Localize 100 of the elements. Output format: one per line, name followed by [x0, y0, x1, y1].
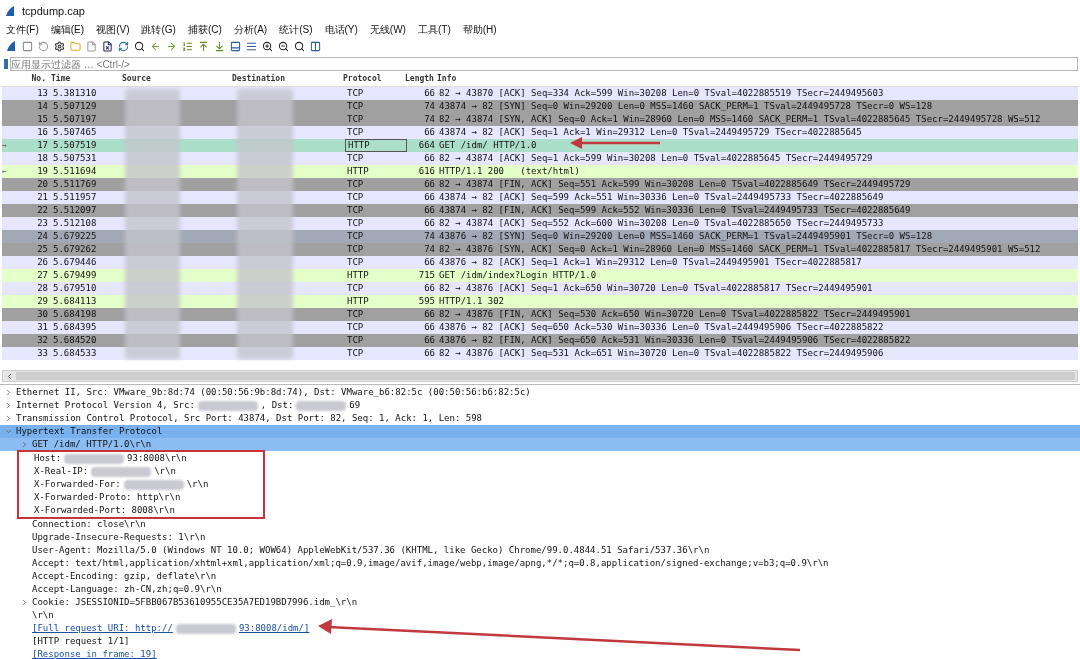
table-cell-text: 66 — [423, 281, 435, 295]
table-cell-text: 13 — [37, 86, 48, 100]
table-cell-text: 5.512097 — [52, 203, 98, 217]
detail-text: Host: 93:8008\r\n — [34, 451, 187, 466]
table-cell-text: 22 — [37, 203, 48, 217]
table-cell-text: 664 — [417, 138, 435, 152]
table-cell-text: 74 — [423, 99, 435, 113]
zoom-in-icon[interactable] — [262, 40, 273, 52]
stop-icon[interactable] — [22, 40, 33, 52]
table-cell-text: 43876 → 82 [ACK] Seq=650 Ack=530 Win=30336 Len=0 TSval=2449495906 TSecr=4022885822 — [438, 320, 884, 334]
column-header[interactable]: Length — [405, 73, 433, 85]
table-cell-text: 14 — [37, 99, 48, 113]
lines-icon[interactable] — [246, 40, 257, 52]
arrow-down-line-icon[interactable] — [214, 40, 225, 52]
table-cell-text: 20 — [37, 177, 48, 191]
table-cell-text: 5.679446 — [52, 255, 98, 269]
column-header[interactable]: Source — [122, 73, 232, 85]
table-cell-text: 24 — [37, 229, 48, 243]
table-cell-text: TCP — [346, 152, 365, 165]
table-cell-text: 5.511957 — [52, 190, 98, 204]
table-cell-text: 43876 → 82 [FIN, ACK] Seq=650 Ack=531 Win=30336 Len=0 TSval=2449495906 TSecr=4022885822 — [438, 333, 911, 347]
table-cell-text: 5.684520 — [52, 333, 98, 347]
table-cell-text: TCP — [346, 204, 365, 217]
detail-text: X-Forwarded-Proto: http\r\n — [34, 490, 181, 504]
zoom-out-icon[interactable] — [278, 40, 289, 52]
restart-icon[interactable] — [38, 40, 49, 52]
arrow-up-line-icon[interactable] — [198, 40, 209, 52]
menu-item[interactable]: 编辑(E) — [50, 21, 85, 37]
table-cell-text: TCP — [346, 230, 365, 243]
expand-chevron-icon[interactable] — [20, 598, 29, 607]
detail-text: X-Forwarded-Port: 8008\r\n — [34, 503, 175, 517]
related-packet-marker: → — [2, 139, 7, 152]
filter-field[interactable]: 应用显示过滤器 … <Ctrl-/> — [10, 57, 1078, 71]
table-cell-text: TCP — [346, 243, 365, 256]
detail-text: Hypertext Transfer Protocol — [16, 424, 163, 438]
table-cell: HTTP — [345, 139, 407, 152]
arrow-left-icon[interactable] — [150, 40, 161, 52]
menu-item[interactable]: 电话(Y) — [324, 21, 358, 37]
settings-icon[interactable] — [54, 40, 65, 52]
list-jump-icon[interactable] — [182, 40, 193, 52]
table-cell-text: 82 → 43876 [SYN, ACK] Seq=0 Ack=1 Win=28960 Len=0 MSS=1460 SACK_PERM=1 TSval=4022885817 TSecr=2449495901 WS=512 — [438, 242, 1041, 256]
table-cell-text: 5.507197 — [52, 112, 98, 126]
table-cell-text: 28 — [37, 281, 48, 295]
shark-fin-icon — [4, 5, 16, 17]
blur-patch — [175, 623, 236, 634]
table-cell-text: TCP — [346, 321, 365, 334]
table-cell-text: 43874 → 82 [ACK] Seq=1 Ack=1 Win=29312 Len=0 TSval=2449495729 TSecr=4022885645 — [438, 125, 862, 139]
close-file-icon[interactable] — [102, 40, 113, 52]
table-cell-text: 66 — [423, 177, 435, 191]
menu-item[interactable]: 统计(S) — [279, 21, 313, 37]
column-header[interactable]: Time — [48, 73, 122, 85]
column-header[interactable]: Info — [433, 73, 457, 85]
menu-item[interactable]: 跳转(G) — [141, 21, 176, 37]
table-cell-text: 43876 → 82 [ACK] Seq=1 Ack=1 Win=29312 Len=0 TSval=2449495901 TSecr=4022885817 — [438, 255, 862, 269]
menu-item[interactable]: 文件(F) — [6, 21, 39, 37]
table-cell-text: 17 — [37, 138, 48, 152]
expand-chevron-icon[interactable] — [20, 440, 29, 449]
packet-row[interactable]: 13 5.381310 TCP 66 82 → 43870 [ACK] Seq=334 Ack=599 Win=30208 Len=0 TSval=4022885519 TSecr=2449495603 — [2, 87, 1078, 100]
blur-patch — [296, 400, 347, 411]
arrow-right-icon[interactable] — [166, 40, 177, 52]
table-cell-text: 43874 → 82 [FIN, ACK] Seq=599 Ack=552 Win=30336 Len=0 TSval=2449495733 TSecr=4022885649 — [438, 203, 911, 217]
reload-icon[interactable] — [118, 40, 129, 52]
menu-item[interactable]: 分析(A) — [233, 21, 268, 37]
table-cell-text: 5.381310 — [52, 86, 98, 100]
search-icon[interactable] — [134, 40, 145, 52]
columns-icon[interactable] — [310, 40, 321, 52]
menu-item[interactable]: 视图(V) — [96, 21, 130, 37]
scrollbar-thumb[interactable] — [16, 372, 1075, 380]
table-cell-text: 66 — [423, 190, 435, 204]
panel-bottom-icon[interactable] — [230, 40, 241, 52]
column-header[interactable]: Destination — [232, 73, 343, 85]
scroll-left-icon[interactable] — [5, 371, 14, 381]
menu-item[interactable]: 无线(W) — [369, 21, 406, 37]
table-cell-text: TCP — [346, 347, 365, 360]
table-cell-text: 66 — [423, 125, 435, 139]
detail-link[interactable]: [Full request URI: http:// 93:8008/idm/] — [32, 621, 310, 636]
table-cell-text: 16 — [37, 125, 48, 139]
column-header[interactable]: No. — [0, 73, 48, 85]
detail-text: X-Real-IP: \r\n — [34, 464, 176, 479]
file-icon[interactable] — [86, 40, 97, 52]
menu-item[interactable]: 捕获(C) — [187, 21, 222, 37]
expand-chevron-icon[interactable] — [4, 388, 13, 397]
detail-text: Accept: text/html,application/xhtml+xml,application/xml;q=0.9,image/avif,image/webp,image/apng,*/*;q=0.8,application/signed-exchange;v=b3;q=0.9\r\n — [32, 556, 829, 570]
table-cell-text: 43876 → 82 [SYN] Seq=0 Win=29200 Len=0 MSS=1460 SACK_PERM=1 TSval=2449495901 TSecr=0 WS=128 — [438, 229, 933, 243]
menu-item[interactable]: 帮助(H) — [462, 21, 497, 37]
table-cell-text: 5.507129 — [52, 99, 98, 113]
expand-chevron-icon[interactable] — [4, 401, 13, 410]
collapse-chevron-icon[interactable] — [4, 427, 13, 436]
detail-link[interactable]: [Response in frame: 19] — [32, 647, 157, 659]
zoom-reset-icon[interactable] — [294, 40, 305, 52]
menu-item[interactable]: 工具(T) — [417, 21, 451, 37]
table-cell-text: 23 — [37, 216, 48, 230]
blur-patch — [64, 453, 125, 464]
blur-patch — [123, 479, 184, 490]
start-capture-icon[interactable] — [5, 40, 17, 52]
window-title: tcpdump.cap — [22, 3, 85, 19]
expand-chevron-icon[interactable] — [4, 414, 13, 423]
table-cell-text: 5.679225 — [52, 229, 98, 243]
column-header[interactable]: Protocol — [343, 73, 405, 85]
packet-row[interactable]: 33 5.684533 TCP 66 82 → 43876 [ACK] Seq=531 Ack=651 Win=30720 Len=0 TSval=4022885822 TSecr=2449495906 — [2, 347, 1078, 360]
